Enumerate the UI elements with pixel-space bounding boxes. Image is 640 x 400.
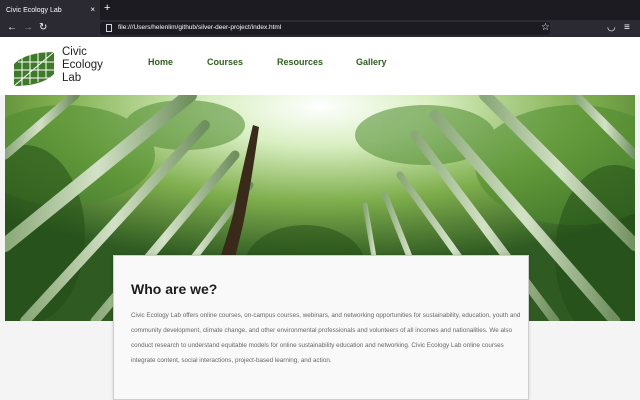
menu-icon[interactable]: ≡ xyxy=(624,22,630,33)
address-bar[interactable]: file:///Users/helenlim/github/silver-dee… xyxy=(100,22,550,35)
url-text: file:///Users/helenlim/github/silver-dee… xyxy=(118,24,282,31)
logo-line: Ecology xyxy=(62,59,103,71)
forward-arrow-icon[interactable]: → xyxy=(23,22,33,33)
browser-nav-bar: ← → ↻ file:///Users/helenlim/github/silv… xyxy=(0,20,640,37)
nav-gallery[interactable]: Gallery xyxy=(356,57,387,67)
tab-title: Civic Ecology Lab xyxy=(6,7,62,14)
browser-tab-bar: Civic Ecology Lab × + xyxy=(0,0,640,20)
logo-wordmark[interactable]: Civic Ecology Lab xyxy=(62,46,103,85)
nav-home[interactable]: Home xyxy=(148,57,173,67)
close-tab-icon[interactable]: × xyxy=(90,5,95,14)
new-tab-icon[interactable]: + xyxy=(104,2,110,14)
logo-line: Civic xyxy=(62,46,87,58)
back-arrow-icon[interactable]: ← xyxy=(7,22,17,33)
logo-line: Lab xyxy=(62,72,82,84)
nav-resources[interactable]: Resources xyxy=(277,57,323,67)
browser-tab[interactable]: Civic Ecology Lab × xyxy=(0,0,100,20)
about-heading: Who are we? xyxy=(131,281,218,297)
about-body: Civic Ecology Lab offers online courses,… xyxy=(131,312,521,364)
pocket-icon[interactable]: ◡ xyxy=(607,22,616,33)
bookmark-star-icon[interactable]: ☆ xyxy=(541,22,550,33)
reload-icon[interactable]: ↻ xyxy=(39,22,47,33)
leaf-logo-icon[interactable] xyxy=(12,50,56,88)
nav-courses[interactable]: Courses xyxy=(207,57,243,67)
page-icon xyxy=(106,24,112,32)
site-header: Civic Ecology Lab Home Courses Resources… xyxy=(0,37,640,95)
about-card: Who are we? Civic Ecology Lab offers onl… xyxy=(113,255,529,400)
